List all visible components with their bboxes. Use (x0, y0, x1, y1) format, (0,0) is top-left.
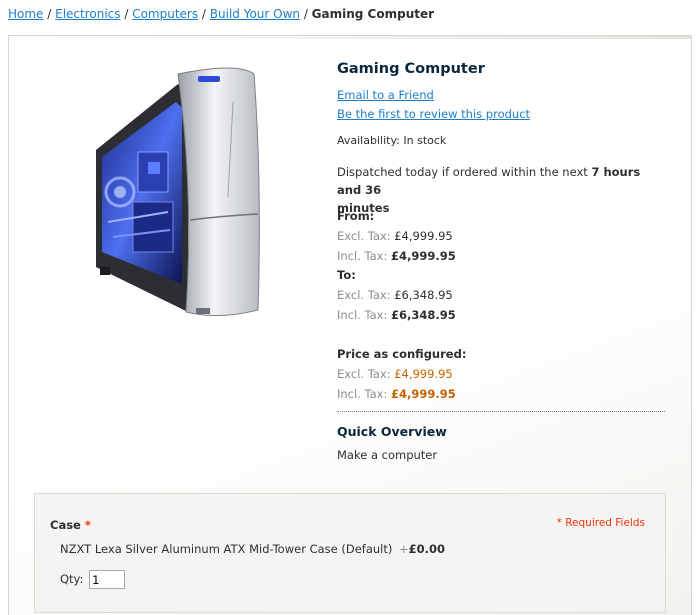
availability-label: Availability: (337, 134, 400, 147)
breadcrumb-separator: / (43, 7, 56, 21)
price-value: £0.00 (408, 542, 446, 556)
excl-tax-label: Excl. Tax: (337, 367, 391, 381)
price-value: £6,348.95 (391, 308, 456, 322)
price-value: £4,999.95 (391, 249, 456, 263)
configured-price-label: Price as configured: (337, 347, 467, 361)
required-star: * (84, 518, 91, 532)
price-to-excl: Excl. Tax: £6,348.95 (337, 288, 453, 302)
quick-overview-text: Make a computer (337, 448, 438, 462)
dispatch-text: Dispatched today if ordered within the n… (337, 165, 592, 179)
price-value: £4,999.95 (394, 229, 453, 243)
breadcrumb-computers[interactable]: Computers (132, 7, 198, 21)
option-item[interactable]: NZXT Lexa Silver Aluminum ATX Mid-Tower … (60, 542, 392, 556)
price-from-excl: Excl. Tax: £4,999.95 (337, 229, 453, 243)
divider (337, 411, 665, 412)
breadcrumb-build-your-own[interactable]: Build Your Own (210, 7, 300, 21)
required-fields-note: * Required Fields (556, 517, 645, 529)
product-image[interactable] (78, 62, 262, 320)
availability: Availability: In stock (337, 134, 446, 147)
review-product-link[interactable]: Be the first to review this product (337, 107, 530, 121)
excl-tax-label: Excl. Tax: (337, 229, 391, 243)
quantity-field: Qty: (60, 570, 126, 589)
excl-tax-label: Excl. Tax: (337, 288, 391, 302)
quick-overview-title: Quick Overview (337, 424, 447, 439)
incl-tax-label: Incl. Tax: (337, 308, 388, 322)
option-label: Case * (50, 518, 91, 532)
email-to-friend-link[interactable]: Email to a Friend (337, 88, 434, 102)
price-to-label: To: (337, 268, 356, 282)
price-prefix: + (399, 542, 409, 556)
configured-price-excl: Excl. Tax: £4,999.95 (337, 367, 453, 381)
price-value: £4,999.95 (391, 387, 456, 401)
breadcrumb-home[interactable]: Home (8, 7, 43, 21)
incl-tax-label: Incl. Tax: (337, 249, 388, 263)
dispatch-info: Dispatched today if ordered within the n… (337, 163, 667, 217)
incl-tax-label: Incl. Tax: (337, 387, 388, 401)
breadcrumb: Home / Electronics / Computers / Build Y… (8, 7, 434, 21)
product-options: Case * * Required Fields NZXT Lexa Silver… (34, 493, 666, 613)
quantity-input[interactable] (89, 570, 126, 589)
breadcrumb-electronics[interactable]: Electronics (55, 7, 120, 21)
breadcrumb-separator: / (120, 7, 133, 21)
price-from-incl: Incl. Tax: £4,999.95 (337, 249, 456, 263)
availability-value: In stock (403, 134, 447, 147)
option-price: +£0.00 (399, 542, 445, 556)
price-from-label: From: (337, 209, 375, 223)
quantity-label: Qty: (60, 572, 84, 586)
breadcrumb-separator: / (300, 7, 312, 21)
price-value: £4,999.95 (394, 367, 453, 381)
price-to-incl: Incl. Tax: £6,348.95 (337, 308, 456, 322)
breadcrumb-current: Gaming Computer (311, 7, 435, 21)
breadcrumb-separator: / (198, 7, 210, 21)
configured-price-incl: Incl. Tax: £4,999.95 (337, 387, 456, 401)
option-label-text: Case (50, 518, 81, 532)
price-value: £6,348.95 (394, 288, 453, 302)
product-name: Gaming Computer (337, 61, 485, 77)
